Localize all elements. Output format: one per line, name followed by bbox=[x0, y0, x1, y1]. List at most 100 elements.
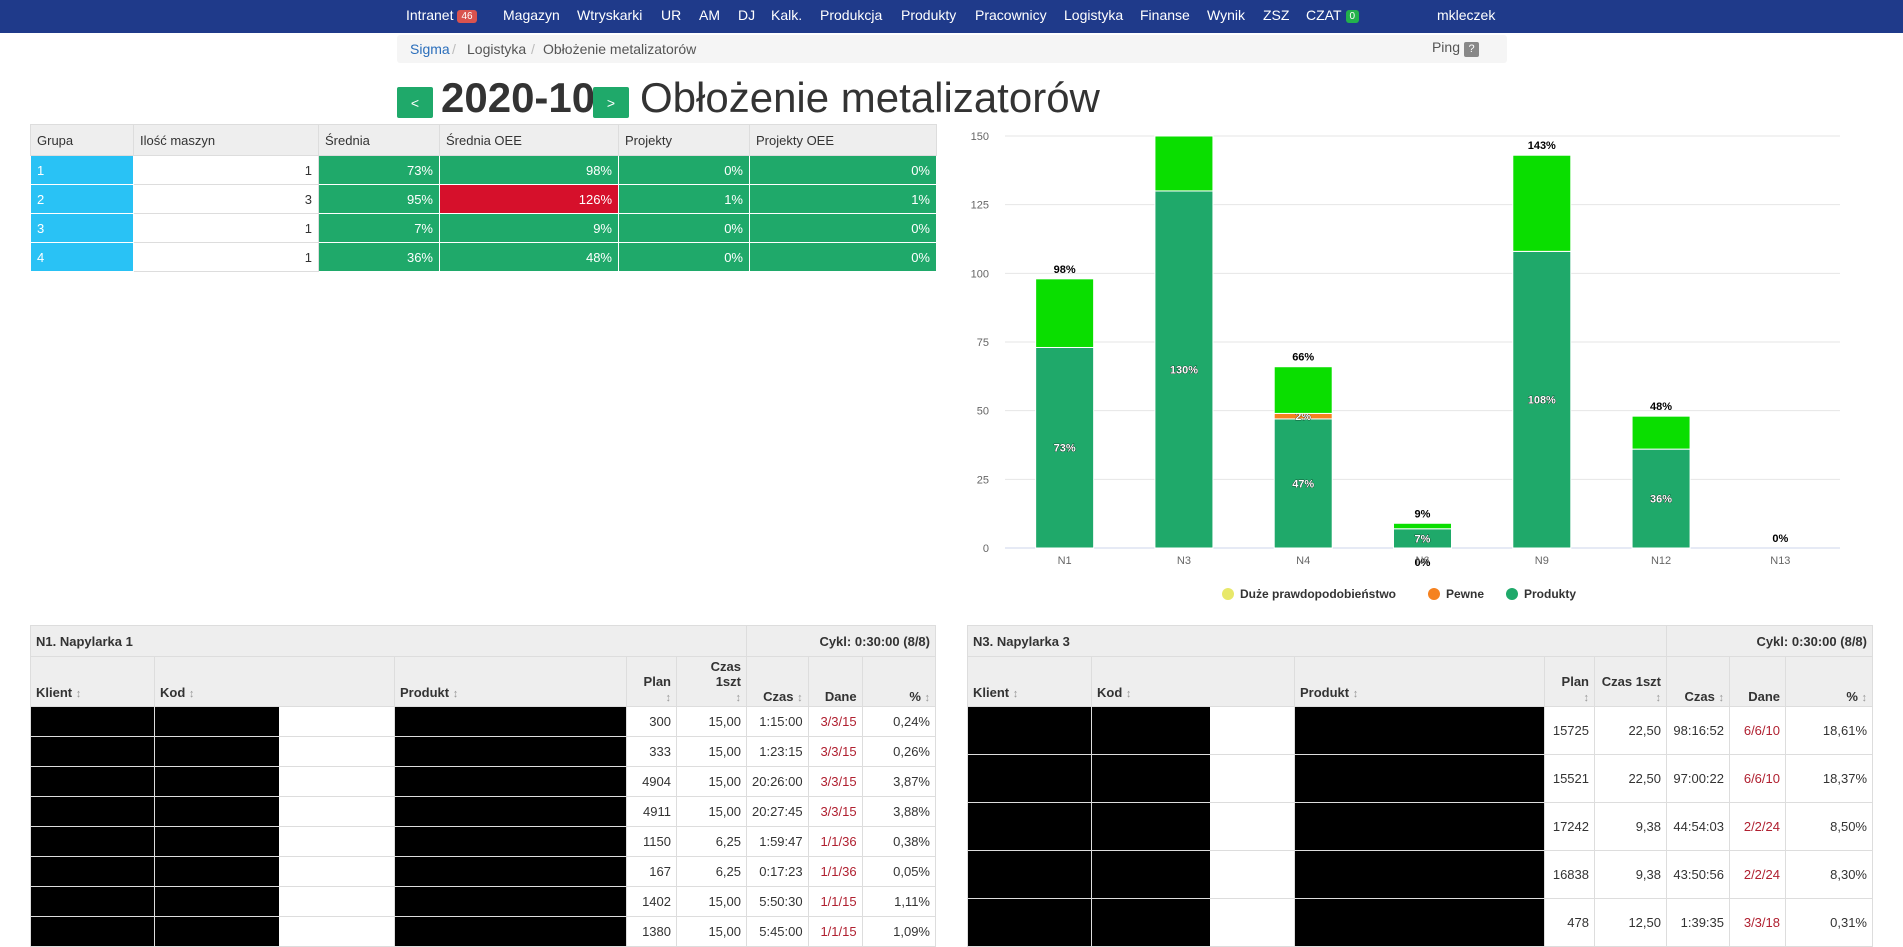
plan-cell: 478 bbox=[1544, 898, 1595, 947]
nav-item-dj[interactable]: DJ bbox=[738, 0, 755, 33]
col-header-klient[interactable]: Klient ↕ bbox=[967, 656, 1092, 707]
unit-time-cell: 15,00 bbox=[676, 916, 747, 947]
unit-time-cell: 9,38 bbox=[1594, 850, 1667, 899]
next-month-button[interactable]: > bbox=[593, 87, 629, 118]
nav-item-wtryskarki[interactable]: Wtryskarki bbox=[577, 0, 642, 33]
table-row[interactable]: 300 15,00 1:15:00 3/3/15 0,24% bbox=[30, 706, 937, 737]
legend-marker bbox=[1222, 588, 1234, 600]
nav-item-label: Magazyn bbox=[503, 7, 560, 23]
projects-oee-cell: 0% bbox=[749, 242, 937, 272]
percent-cell: 8,50% bbox=[1785, 802, 1873, 851]
user-menu[interactable]: mkleczek bbox=[1437, 0, 1495, 33]
col-header-czas-1szt[interactable]: Czas 1szt ↕ bbox=[1594, 656, 1667, 707]
segment-data-label: 130% bbox=[1170, 364, 1198, 376]
nav-item-czat[interactable]: CZAT 0 bbox=[1306, 0, 1360, 33]
group-cell[interactable]: 4 bbox=[30, 242, 134, 272]
col-header-kod[interactable]: Kod ↕ bbox=[154, 656, 395, 707]
col-header-projekty[interactable]: Projekty bbox=[618, 124, 750, 156]
percent-cell: 1,11% bbox=[861, 886, 937, 917]
machine-panel-n1: N1. Napylarka 1 Cykl: 0:30:00 (8/8) Klie… bbox=[30, 625, 937, 947]
redacted-client-cell bbox=[30, 796, 155, 827]
panel-cycle: Cykl: 0:30:00 (8/8) bbox=[746, 625, 936, 657]
plan-cell: 15521 bbox=[1544, 754, 1595, 803]
nav-item-zsz[interactable]: ZSZ bbox=[1263, 0, 1289, 33]
table-row[interactable]: 1150 6,25 1:59:47 1/1/36 0,38% bbox=[30, 826, 937, 857]
breadcrumb-sigma[interactable]: Sigma bbox=[410, 41, 450, 57]
col-header-plan[interactable]: Plan ↕ bbox=[1544, 656, 1595, 707]
col-header-czas[interactable]: Czas ↕ bbox=[1666, 656, 1730, 707]
redaction-block bbox=[1092, 851, 1210, 898]
breadcrumb-logistyka[interactable]: Logistyka bbox=[467, 41, 526, 57]
data-cell: 3/3/15 bbox=[807, 706, 863, 737]
col-header-klient[interactable]: Klient ↕ bbox=[30, 656, 155, 707]
header-label: % bbox=[909, 689, 921, 704]
page-title: Obłożenie metalizatorów bbox=[640, 74, 1100, 121]
table-row[interactable]: 167 6,25 0:17:23 1/1/36 0,05% bbox=[30, 856, 937, 887]
col-header-srednia-oee[interactable]: Średnia OEE bbox=[439, 124, 619, 156]
group-cell[interactable]: 1 bbox=[30, 155, 134, 185]
bar-segment bbox=[1393, 522, 1452, 530]
redacted-code-cell bbox=[154, 916, 395, 947]
col-header-kod[interactable]: Kod ↕ bbox=[1091, 656, 1295, 707]
machine-count-cell: 1 bbox=[133, 213, 319, 243]
unit-time-cell: 9,38 bbox=[1594, 802, 1667, 851]
notification-badge: 0 bbox=[1345, 10, 1360, 23]
machine-count-cell: 1 bbox=[133, 155, 319, 185]
nav-item-produkty[interactable]: Produkty bbox=[901, 0, 956, 33]
table-row[interactable]: 333 15,00 1:23:15 3/3/15 0,26% bbox=[30, 736, 937, 767]
projects-oee-cell: 0% bbox=[749, 213, 937, 243]
col-header-percent[interactable]: % ↕ bbox=[1785, 656, 1873, 707]
nav-item-am[interactable]: AM bbox=[699, 0, 720, 33]
col-header-ilosc-maszyn[interactable]: Ilość maszyn bbox=[133, 124, 319, 156]
help-icon[interactable]: ? bbox=[1464, 42, 1479, 57]
nav-item-label: DJ bbox=[738, 7, 756, 23]
percent-cell: 18,37% bbox=[1785, 754, 1873, 803]
nav-item-magazyn[interactable]: Magazyn bbox=[503, 0, 560, 33]
data-cell: 3/3/15 bbox=[807, 766, 863, 797]
nav-item-finanse[interactable]: Finanse bbox=[1140, 0, 1190, 33]
col-header-produkt[interactable]: Produkt ↕ bbox=[394, 656, 627, 707]
nav-item-wynik[interactable]: Wynik bbox=[1207, 0, 1245, 33]
redacted-client-cell bbox=[967, 706, 1092, 755]
prev-month-button[interactable]: < bbox=[397, 87, 433, 118]
col-header-produkt[interactable]: Produkt ↕ bbox=[1294, 656, 1545, 707]
nav-item-produkcja[interactable]: Produkcja bbox=[820, 0, 882, 33]
group-cell[interactable]: 3 bbox=[30, 213, 134, 243]
nav-item-logistyka[interactable]: Logistyka bbox=[1064, 0, 1123, 33]
col-header-czas[interactable]: Czas ↕ bbox=[746, 656, 809, 707]
table-row[interactable]: 1380 15,00 5:45:00 1/1/15 1,09% bbox=[30, 916, 937, 947]
col-header-plan[interactable]: Plan ↕ bbox=[626, 656, 677, 707]
redaction-block bbox=[155, 917, 279, 946]
col-header-srednia[interactable]: Średnia bbox=[318, 124, 440, 156]
unit-time-cell: 6,25 bbox=[676, 826, 747, 857]
legend-marker bbox=[1506, 588, 1518, 600]
col-header-dane[interactable]: Dane bbox=[807, 656, 863, 707]
projects-oee-cell: 1% bbox=[749, 184, 937, 214]
percent-cell: 0,05% bbox=[861, 856, 937, 887]
col-header-grupa[interactable]: Grupa bbox=[30, 124, 134, 156]
plan-cell: 333 bbox=[626, 736, 677, 767]
table-row[interactable]: 15521 22,50 97:00:22 6/6/10 18,37% bbox=[967, 754, 1873, 803]
nav-item-ur[interactable]: UR bbox=[661, 0, 681, 33]
table-row[interactable]: 478 12,50 1:39:35 3/3/18 0,31% bbox=[967, 898, 1873, 947]
col-header-projekty-oee[interactable]: Projekty OEE bbox=[749, 124, 937, 156]
nav-item-kalk[interactable]: Kalk. bbox=[771, 0, 802, 33]
nav-item-pracownicy[interactable]: Pracownicy bbox=[975, 0, 1047, 33]
ping-label: Ping bbox=[1431, 39, 1460, 55]
percent-cell: 8,30% bbox=[1785, 850, 1873, 899]
table-row[interactable]: 15725 22,50 98:16:52 6/6/10 18,61% bbox=[967, 706, 1873, 755]
redaction-block bbox=[155, 737, 279, 766]
table-row[interactable]: 4911 15,00 20:27:45 3/3/15 3,88% bbox=[30, 796, 937, 827]
table-row[interactable]: 16838 9,38 43:50:56 2/2/24 8,30% bbox=[967, 850, 1873, 899]
redacted-code-cell bbox=[1091, 802, 1295, 851]
col-header-percent[interactable]: % ↕ bbox=[861, 656, 937, 707]
x-tick-label: N3 bbox=[1177, 555, 1191, 567]
table-row[interactable]: 1402 15,00 5:50:30 1/1/15 1,11% bbox=[30, 886, 937, 917]
table-row[interactable]: 17242 9,38 44:54:03 2/2/24 8,50% bbox=[967, 802, 1873, 851]
col-header-czas-1szt[interactable]: Czas 1szt ↕ bbox=[676, 656, 747, 707]
table-row[interactable]: 4904 15,00 20:26:00 3/3/15 3,87% bbox=[30, 766, 937, 797]
group-cell[interactable]: 2 bbox=[30, 184, 134, 214]
nav-item-intranet[interactable]: Intranet 46 bbox=[406, 0, 477, 33]
ping-indicator[interactable]: Ping? bbox=[1432, 39, 1479, 57]
col-header-dane[interactable]: Dane bbox=[1729, 656, 1786, 707]
